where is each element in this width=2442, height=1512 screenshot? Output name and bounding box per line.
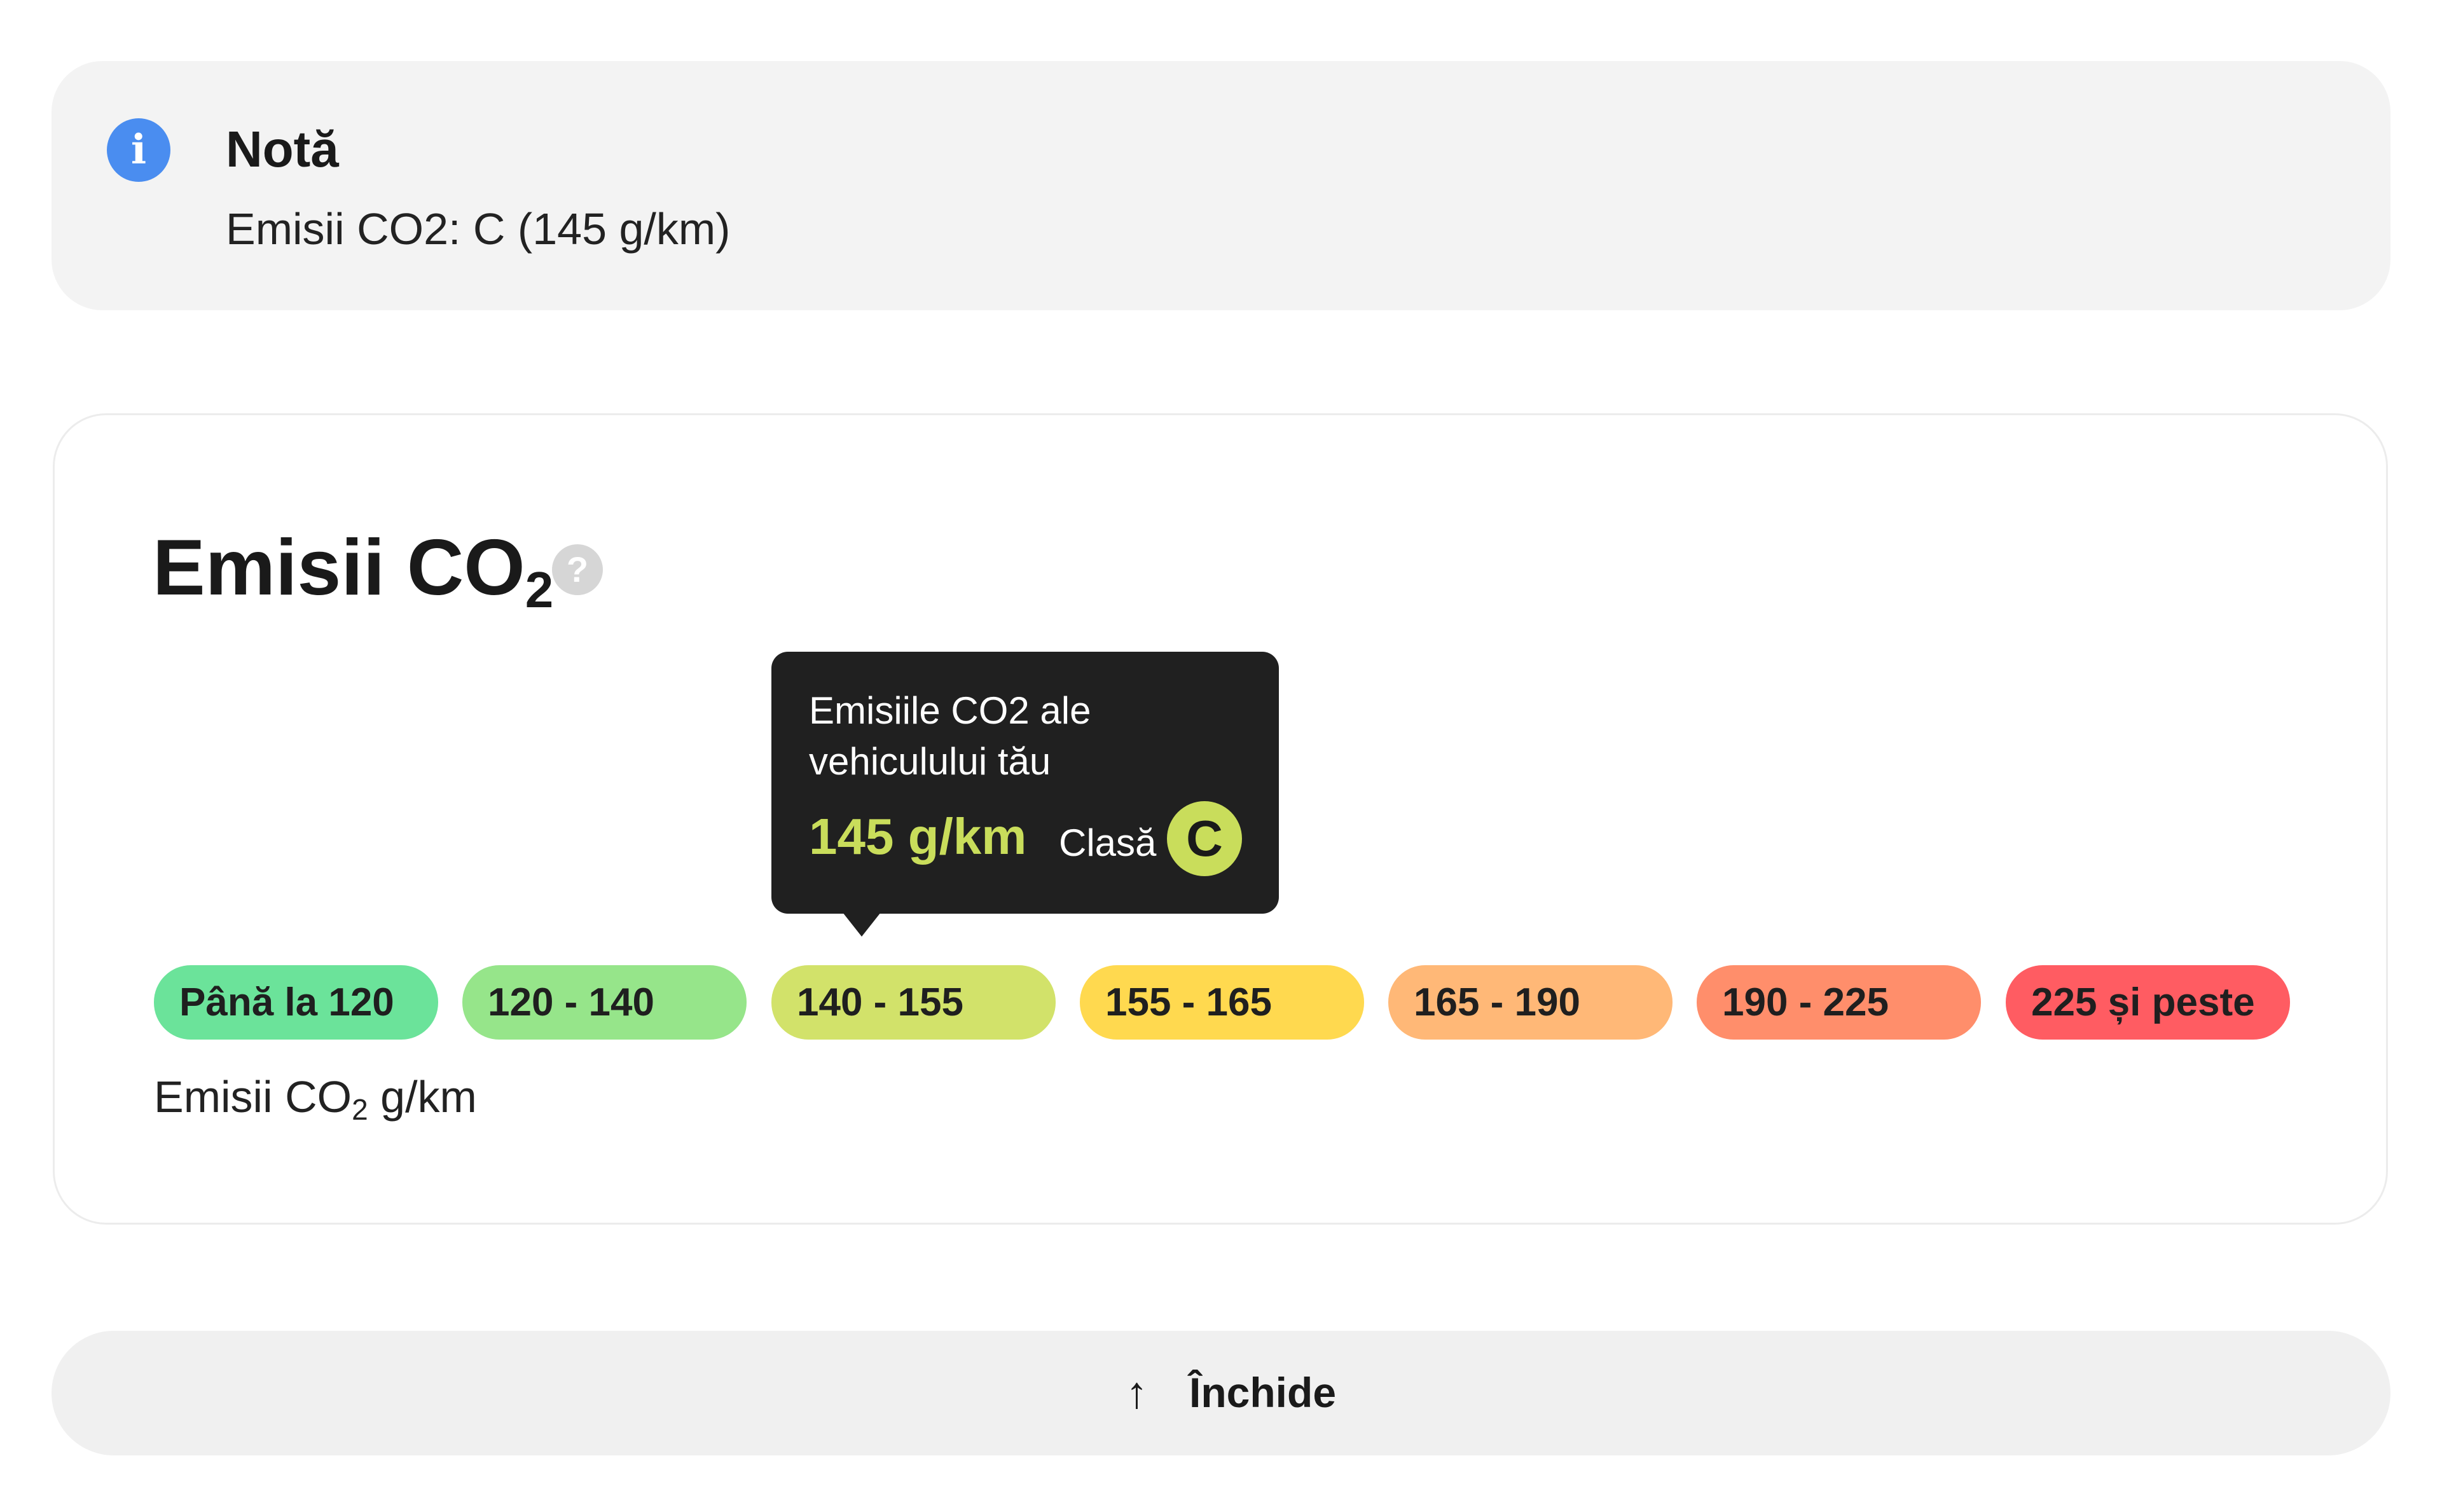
tooltip-arrow xyxy=(843,912,881,937)
tooltip-heading: Emisiile CO2 ale vehiculului tău xyxy=(809,689,1091,783)
caption-sub: 2 xyxy=(352,1093,368,1126)
scale-pill-3: 155 - 165 xyxy=(1080,965,1364,1040)
caption-main: Emisii CO xyxy=(154,1072,352,1122)
question-icon[interactable]: ? xyxy=(552,544,603,595)
co2-title-sub: 2 xyxy=(525,561,554,618)
close-button-label[interactable]: Închide xyxy=(1189,1361,1336,1424)
tooltip-value: 145 g/km xyxy=(809,808,1027,865)
info-icon: i xyxy=(107,118,170,182)
note-title: Notă xyxy=(226,121,339,177)
caption-unit: g/km xyxy=(368,1072,477,1122)
co2-title-main: Emisii CO xyxy=(153,524,525,612)
arrow-up-icon[interactable]: ↑ xyxy=(1126,1367,1148,1418)
note-text: Emisii CO2: C (145 g/km) xyxy=(226,204,731,254)
scale-pill-4: 165 - 190 xyxy=(1388,965,1673,1040)
info-note xyxy=(52,61,2390,310)
scale-pill-1: 120 - 140 xyxy=(462,965,747,1040)
scale-caption: Emisii CO2 g/km xyxy=(154,1065,477,1141)
tooltip-class-label: Clasă xyxy=(1059,821,1157,864)
co2-title: Emisii CO2 xyxy=(153,520,553,638)
page: i Notă Emisii CO2: C (145 g/km) Emisii C… xyxy=(0,0,2442,1512)
class-badge: C xyxy=(1167,801,1242,876)
scale-pill-0: Până la 120 xyxy=(154,965,438,1040)
scale-pill-5: 190 - 225 xyxy=(1697,965,1981,1040)
scale-pill-6: 225 și peste xyxy=(2006,965,2290,1040)
scale-pill-2: 140 - 155 xyxy=(771,965,1056,1040)
